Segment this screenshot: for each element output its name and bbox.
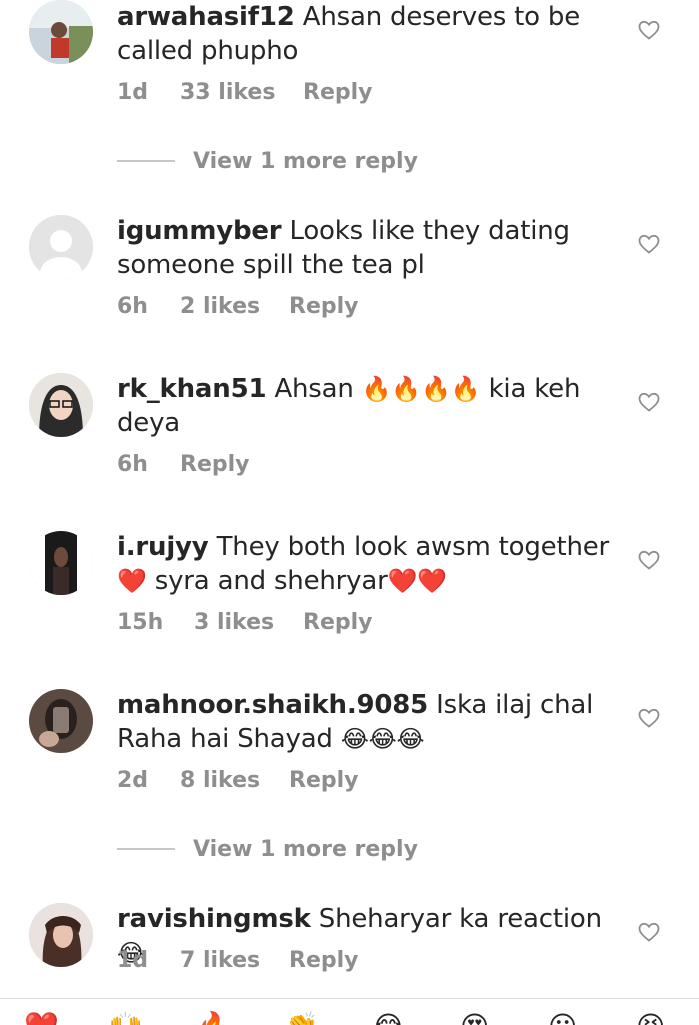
avatar[interactable] [29, 531, 93, 595]
astonished-emoji-button[interactable]: 😮 [548, 1013, 577, 1025]
reply-button[interactable]: Reply [180, 452, 250, 482]
comment-time: 1d [117, 80, 149, 105]
username[interactable]: rk_khan51 [117, 374, 267, 404]
username[interactable]: i.rujyy [117, 532, 209, 562]
comment-body: Ahsan [274, 374, 354, 404]
comment-likes[interactable]: 2 likes [180, 294, 289, 324]
comment-text: rk_khan51 Ahsan 🔥🔥🔥🔥 kia keh deya [117, 372, 617, 440]
like-heart-button[interactable] [637, 18, 661, 42]
avatar[interactable] [29, 0, 93, 64]
heart-outline-icon [638, 550, 660, 570]
comment-text: mahnoor.shaikh.9085 Iska ilaj chal Raha … [117, 688, 617, 756]
comment-text: i.rujyy They both look awsm together ❤️ … [117, 530, 617, 598]
reply-button[interactable]: Reply [303, 610, 373, 640]
comment-time: 1d [117, 948, 149, 973]
reply-button[interactable]: Reply [289, 948, 359, 978]
raised-hands-emoji-button[interactable]: 🙌 [108, 1013, 143, 1025]
like-heart-button[interactable] [637, 706, 661, 730]
username[interactable]: mahnoor.shaikh.9085 [117, 690, 428, 720]
like-heart-button[interactable] [637, 548, 661, 572]
comment-likes[interactable]: 7 likes [180, 948, 289, 978]
clap-emoji-button[interactable]: 👏 [284, 1013, 319, 1025]
comment-body-continued: syra and shehryar [154, 566, 388, 596]
emoji-reaction-bar: ❤️ 🙌 🔥 👏 😂 😍 😮 😆 [0, 998, 699, 1025]
red-heart-emoji-button[interactable]: ❤️ [24, 1013, 59, 1025]
username[interactable]: igummyber [117, 216, 282, 246]
like-heart-button[interactable] [637, 232, 661, 256]
comment-body: Sheharyar ka reaction [318, 904, 602, 934]
comment-body: They both look awsm together [216, 532, 610, 562]
avatar[interactable] [29, 903, 93, 967]
heart-outline-icon [638, 708, 660, 728]
comment-likes[interactable]: 8 likes [180, 768, 289, 798]
avatar-image-icon [29, 689, 93, 753]
avatar-image-icon [29, 531, 93, 595]
reply-button[interactable]: Reply [289, 294, 359, 324]
divider-line [117, 160, 175, 162]
avatar-image-icon [29, 373, 93, 437]
avatar[interactable] [29, 215, 93, 279]
comment-likes[interactable]: 3 likes [194, 610, 303, 640]
heart-outline-icon [638, 234, 660, 254]
like-heart-button[interactable] [637, 390, 661, 414]
crying-laughing-emoji: 😂😂😂 [340, 725, 425, 753]
default-avatar-icon [29, 215, 93, 279]
avatar[interactable] [29, 373, 93, 437]
laughing-emoji-button[interactable]: 😆 [636, 1013, 665, 1025]
heart-outline-icon [638, 20, 660, 40]
avatar[interactable] [29, 689, 93, 753]
reply-button[interactable]: Reply [303, 80, 373, 110]
view-more-replies[interactable]: View 1 more reply [117, 834, 418, 864]
comment-text: arwahasif12 Ahsan deserves to be called … [117, 0, 617, 68]
heart-outline-icon [638, 392, 660, 412]
crying-laughing-emoji-button[interactable]: 😂 [372, 1013, 405, 1025]
comment-likes[interactable]: 33 likes [180, 80, 303, 110]
red-heart-emoji: ❤️❤️ [387, 567, 448, 595]
fire-emoji-button[interactable]: 🔥 [196, 1013, 231, 1025]
view-more-label[interactable]: View 1 more reply [193, 837, 418, 862]
comment-text: igummyber Looks like they dating someone… [117, 214, 617, 282]
username[interactable]: arwahasif12 [117, 2, 295, 32]
red-heart-emoji: ❤️ [117, 567, 147, 595]
fire-emoji: 🔥🔥🔥🔥 [361, 375, 481, 403]
username[interactable]: ravishingmsk [117, 904, 311, 934]
divider-line [117, 848, 175, 850]
avatar-image-icon [29, 0, 93, 64]
reply-button[interactable]: Reply [289, 768, 359, 798]
comment-time: 6h [117, 294, 148, 319]
comment-time: 15h [117, 610, 164, 635]
view-more-label[interactable]: View 1 more reply [193, 149, 418, 174]
view-more-replies[interactable]: View 1 more reply [117, 146, 418, 176]
like-heart-button[interactable] [637, 920, 661, 944]
comment-time: 6h [117, 452, 148, 477]
heart-outline-icon [638, 922, 660, 942]
avatar-image-icon [29, 903, 93, 967]
heart-eyes-emoji-button[interactable]: 😍 [460, 1013, 489, 1025]
comment-time: 2d [117, 768, 149, 793]
